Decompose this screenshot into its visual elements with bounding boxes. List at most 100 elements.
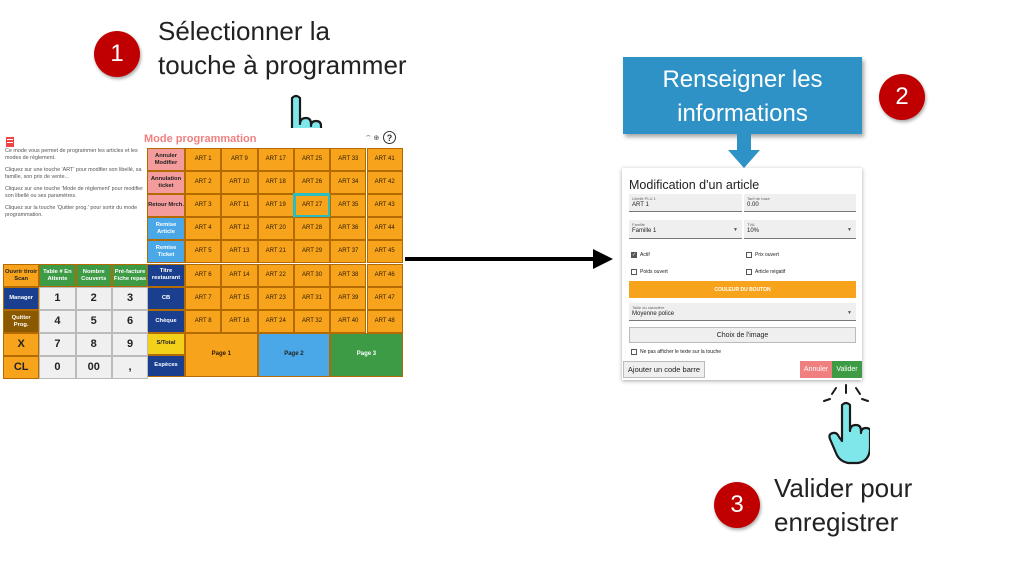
- ne-pas-afficher-checkbox[interactable]: Ne pas afficher le texte sur la touche: [631, 349, 721, 355]
- validate-button[interactable]: Valider: [832, 361, 862, 378]
- control-key[interactable]: Manager: [3, 287, 40, 311]
- art-key[interactable]: ART 34: [330, 171, 367, 195]
- art-key[interactable]: ART 5: [185, 240, 222, 264]
- art-key[interactable]: ART 42: [366, 171, 403, 195]
- art-key[interactable]: ART 20: [257, 217, 294, 241]
- art-key[interactable]: ART 36: [330, 217, 367, 241]
- art-key[interactable]: ART 43: [366, 194, 403, 218]
- payment-key[interactable]: Annuler Modifier: [147, 148, 185, 172]
- art-key[interactable]: ART 37: [330, 240, 367, 264]
- art-key[interactable]: ART 23: [257, 286, 294, 310]
- actif-checkbox[interactable]: ✓ Actif: [631, 252, 650, 258]
- art-key[interactable]: ART 46: [366, 263, 403, 287]
- art-key[interactable]: ART 7: [185, 286, 222, 310]
- art-key[interactable]: ART 3: [185, 194, 222, 218]
- art-key[interactable]: ART 45: [366, 240, 403, 264]
- step-3-text: Valider pour enregistrer: [774, 471, 912, 539]
- taille-select[interactable]: Taille du caractère Moyenne police ▼: [629, 303, 856, 321]
- art-key[interactable]: ART 31: [293, 286, 331, 310]
- art-key[interactable]: ART 44: [366, 217, 403, 241]
- art-key[interactable]: ART 11: [221, 194, 258, 218]
- subtotal-key[interactable]: S/Total: [147, 332, 185, 355]
- art-key[interactable]: ART 4: [185, 217, 222, 241]
- numpad-key[interactable]: 0: [39, 356, 76, 380]
- art-key[interactable]: ART 29: [293, 240, 331, 264]
- article-negatif-checkbox[interactable]: Article négatif: [746, 269, 785, 275]
- art-key[interactable]: ART 33: [330, 148, 367, 172]
- payment-key[interactable]: Annulation ticket: [147, 171, 185, 195]
- control-key[interactable]: Quitter Prog.: [3, 310, 40, 334]
- numpad-key[interactable]: 8: [75, 333, 112, 357]
- art-key[interactable]: ART 10: [221, 171, 258, 195]
- payment-key[interactable]: Titre restaurant: [147, 263, 185, 287]
- numpad-key[interactable]: 7: [39, 333, 76, 357]
- art-key[interactable]: ART 25: [293, 148, 331, 172]
- payment-key[interactable]: Chèque: [147, 309, 185, 333]
- art-key[interactable]: ART 28: [293, 217, 331, 241]
- numpad-key[interactable]: ,: [111, 356, 149, 380]
- art-key[interactable]: ART 16: [221, 309, 258, 333]
- art-key[interactable]: ART 41: [366, 148, 403, 172]
- cancel-button[interactable]: Annuler: [800, 361, 832, 378]
- numpad-key[interactable]: 4: [39, 310, 76, 334]
- art-key[interactable]: ART 8: [185, 309, 222, 333]
- numpad-key[interactable]: 3: [111, 287, 149, 311]
- art-key[interactable]: ART 1: [185, 148, 222, 172]
- art-key-selected[interactable]: ART 27: [292, 193, 332, 219]
- art-key[interactable]: ART 9: [221, 148, 258, 172]
- prix-ouvert-checkbox[interactable]: Prix ouvert: [746, 252, 779, 258]
- art-key[interactable]: ART 32: [293, 309, 331, 333]
- famille-select[interactable]: Famille Famille 1 ▼: [629, 220, 742, 239]
- art-key[interactable]: ART 12: [221, 217, 258, 241]
- art-key[interactable]: ART 38: [330, 263, 367, 287]
- art-key[interactable]: ART 26: [293, 171, 331, 195]
- payment-key[interactable]: Remise Article: [147, 217, 185, 241]
- add-barcode-button[interactable]: Ajouter un code barre: [623, 361, 705, 378]
- control-key[interactable]: X: [3, 333, 40, 357]
- couleur-bouton-button[interactable]: COULEUR DU BOUTON: [629, 281, 856, 298]
- tva-select[interactable]: TVA 10% ▼: [744, 220, 856, 239]
- art-key[interactable]: ART 18: [257, 171, 294, 195]
- art-key[interactable]: ART 21: [257, 240, 294, 264]
- art-key[interactable]: ART 6: [185, 263, 222, 287]
- art-key[interactable]: ART 48: [366, 309, 403, 333]
- numpad-key[interactable]: 5: [75, 310, 112, 334]
- art-key[interactable]: ART 47: [366, 286, 403, 310]
- art-key[interactable]: ART 35: [330, 194, 367, 218]
- function-key[interactable]: Pré-facture Fiche repas: [111, 264, 149, 288]
- cash-key[interactable]: Espèces: [147, 354, 185, 377]
- function-key[interactable]: Nombre Couverts: [75, 264, 112, 288]
- numpad-key[interactable]: 2: [75, 287, 112, 311]
- choix-image-button[interactable]: Choix de l'image: [629, 327, 856, 343]
- numpad-key[interactable]: 6: [111, 310, 149, 334]
- poids-ouvert-checkbox[interactable]: Poids ouvert: [631, 269, 668, 275]
- art-key[interactable]: ART 30: [293, 263, 331, 287]
- libelle-field[interactable]: Libellé PLU 1 ART 1: [629, 194, 742, 212]
- page-tab[interactable]: Page 1: [185, 332, 258, 377]
- art-key[interactable]: ART 15: [221, 286, 258, 310]
- art-key[interactable]: ART 2: [185, 171, 222, 195]
- page-tab[interactable]: Page 3: [330, 332, 403, 377]
- control-key[interactable]: CL: [3, 356, 40, 380]
- art-key[interactable]: ART 24: [257, 309, 294, 333]
- tarif-field[interactable]: Tarif de base 0.00: [744, 194, 856, 212]
- numpad-key[interactable]: 9: [111, 333, 149, 357]
- function-key[interactable]: Ouvrir tiroir Scan: [3, 264, 40, 288]
- art-key[interactable]: ART 22: [257, 263, 294, 287]
- payment-key[interactable]: Retour Mrch.: [147, 194, 185, 218]
- art-key[interactable]: ART 39: [330, 286, 367, 310]
- numpad-key[interactable]: 00: [75, 356, 112, 380]
- page-tab[interactable]: Page 2: [257, 332, 331, 377]
- art-key[interactable]: ART 13: [221, 240, 258, 264]
- step-3-line2: enregistrer: [774, 507, 899, 537]
- payment-key[interactable]: CB: [147, 286, 185, 310]
- payment-key[interactable]: Remise Ticket: [147, 240, 185, 264]
- art-key[interactable]: ART 40: [330, 309, 367, 333]
- dialog-title: Modification d'un article: [629, 178, 760, 192]
- function-key[interactable]: Table # En Attente: [39, 264, 76, 288]
- art-key[interactable]: ART 14: [221, 263, 258, 287]
- help-icon[interactable]: ?: [383, 131, 396, 144]
- art-key[interactable]: ART 19: [257, 194, 294, 218]
- numpad-key[interactable]: 1: [39, 287, 76, 311]
- art-key[interactable]: ART 17: [257, 148, 294, 172]
